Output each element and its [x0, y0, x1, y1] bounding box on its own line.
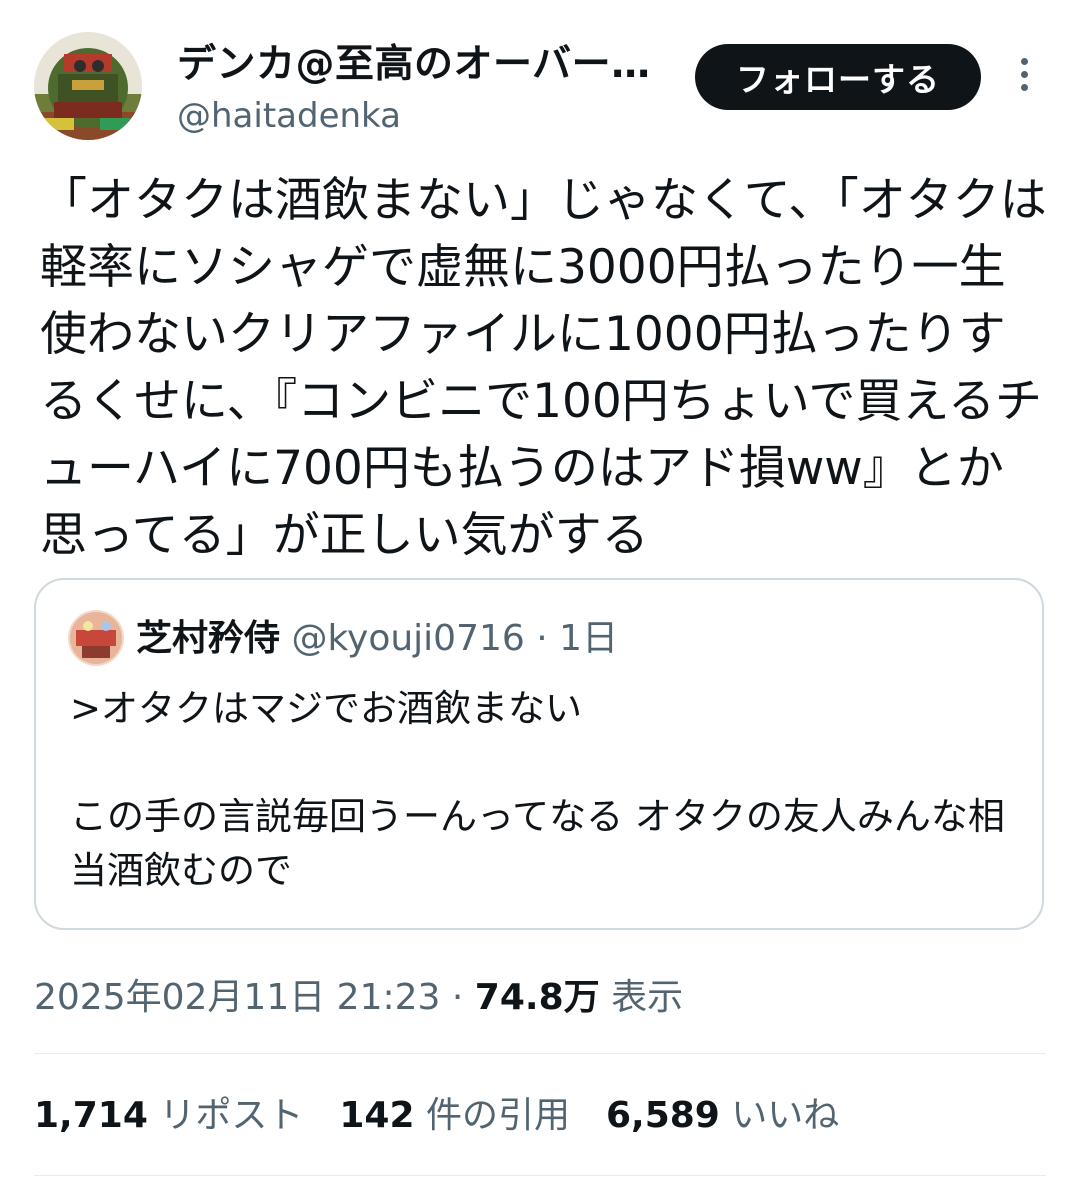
quotes-count: 142	[339, 1095, 415, 1136]
reposts-label: リポスト	[159, 1095, 304, 1136]
quotes-stat[interactable]: 142 件の引用	[339, 1095, 570, 1136]
author-handle[interactable]: @haitadenka	[177, 94, 651, 138]
quotes-label: 件の引用	[425, 1095, 570, 1136]
quote-author-handle: @kyouji0716	[291, 618, 525, 659]
quote-text: >オタクはマジでお酒飲まない この手の言説毎回うーんってなる オタクの友人みんな…	[70, 687, 1005, 892]
quote-author-name: 芝村矜侍	[136, 618, 281, 659]
likes-label: いいね	[731, 1095, 840, 1136]
tweet-header: デンカ@至高のオーバー… @haitadenka フォローする	[34, 32, 1046, 140]
more-vertical-icon[interactable]	[1016, 58, 1032, 98]
quoted-tweet-card[interactable]: 芝村矜侍 @kyouji0716 · 1日 >オタクはマジでお酒飲まない この手…	[34, 578, 1044, 930]
quote-time: 1日	[559, 618, 619, 659]
author-display-name[interactable]: デンカ@至高のオーバー…	[177, 40, 651, 90]
meta-separator: ·	[451, 977, 464, 1018]
divider	[34, 1175, 1046, 1176]
likes-stat[interactable]: 6,589 いいね	[606, 1095, 839, 1136]
tweet-timestamp[interactable]: 2025年02月11日 21:23	[34, 977, 440, 1018]
quote-separator: ·	[536, 618, 548, 659]
reposts-count: 1,714	[34, 1095, 148, 1136]
likes-count: 6,589	[605, 1095, 720, 1136]
reposts-stat[interactable]: 1,714 リポスト	[34, 1095, 303, 1136]
author-avatar[interactable]	[34, 32, 142, 140]
views-count: 74.8万	[474, 977, 600, 1018]
views-label: 表示	[611, 977, 684, 1018]
author-info: デンカ@至高のオーバー… @haitadenka	[177, 40, 651, 138]
follow-button[interactable]: フォローする	[695, 44, 981, 110]
divider	[34, 1053, 1046, 1054]
quote-author-avatar	[68, 610, 124, 666]
tweet-meta: 2025年02月11日 21:23 · 74.8万 表示	[34, 970, 683, 1026]
tweet-text: 「オタクは酒飲まない」じゃなくて、「オタクは軽率にソシャゲで虚無に3000円払っ…	[40, 173, 1047, 563]
engagement-stats: 1,714 リポスト 142 件の引用 6,589 いいね	[34, 1088, 839, 1144]
quote-meta: 芝村矜侍 @kyouji0716 · 1日	[136, 614, 618, 664]
